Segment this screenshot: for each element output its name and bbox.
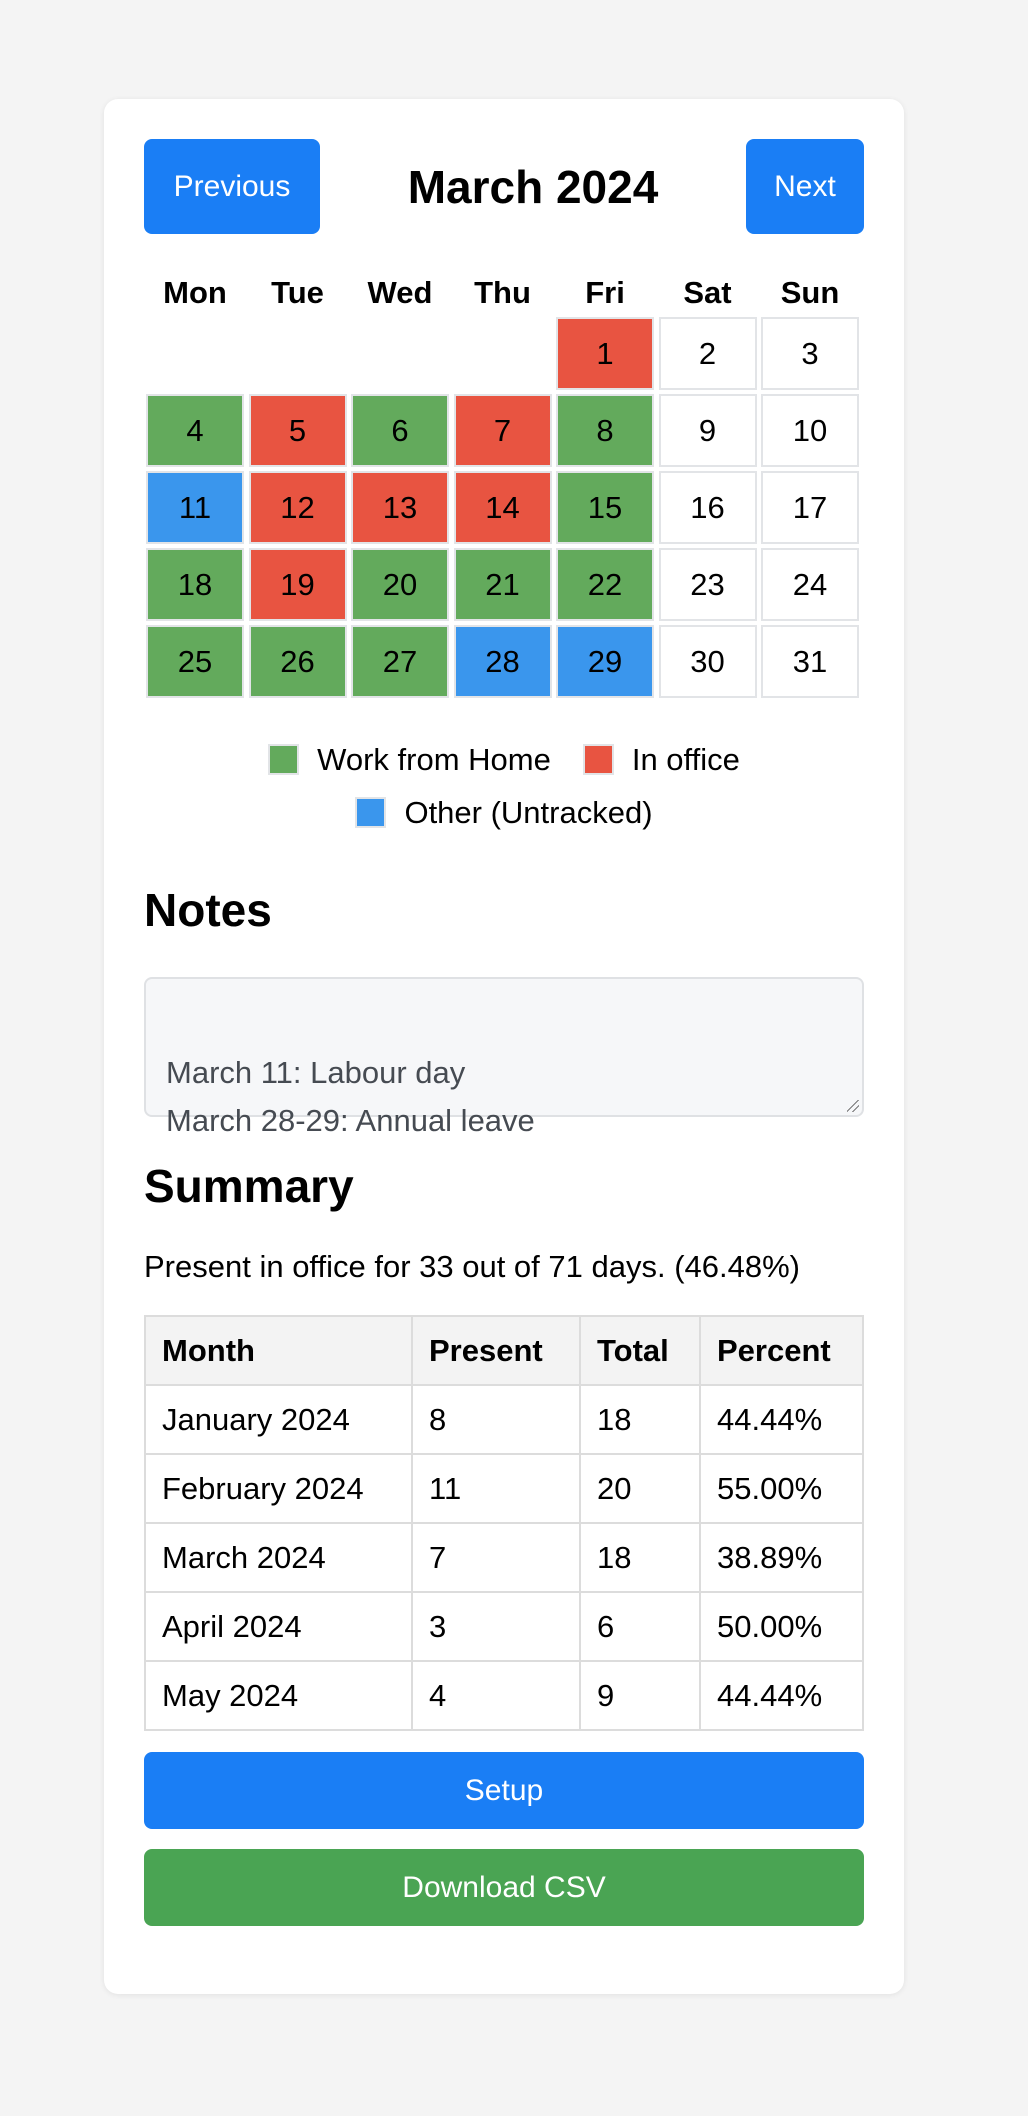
cell-total: 9 <box>579 1660 701 1731</box>
day-cell-3[interactable]: 3 <box>761 317 859 390</box>
other-color-swatch <box>355 797 387 828</box>
setup-button[interactable]: Setup <box>144 1752 864 1829</box>
table-row: March 2024 7 18 38.89% <box>144 1522 864 1593</box>
empty-day-cell <box>351 317 449 390</box>
cell-month: January 2024 <box>144 1384 413 1455</box>
weekday-sat: Sat <box>683 275 732 310</box>
day-cell-17[interactable]: 17 <box>761 471 859 544</box>
day-cell-11[interactable]: 11 <box>146 471 244 544</box>
legend: Work from Home In office Other (Untracke… <box>144 733 864 839</box>
day-cell-29[interactable]: 29 <box>556 625 654 698</box>
cell-total: 6 <box>579 1591 701 1662</box>
empty-day-cell <box>454 317 552 390</box>
wfh-color-swatch <box>268 744 300 775</box>
day-cell-16[interactable]: 16 <box>658 471 757 544</box>
day-cell-22[interactable]: 22 <box>556 548 654 621</box>
next-month-button[interactable]: Next <box>745 139 864 234</box>
day-cell-4[interactable]: 4 <box>146 394 244 467</box>
header-percent: Percent <box>699 1315 864 1386</box>
weekday-sun: Sun <box>780 275 840 310</box>
day-cell-9[interactable]: 9 <box>658 394 757 467</box>
calendar-card: Previous March 2024 Next Mon Tue Wed Thu… <box>104 99 904 1994</box>
month-title: March 2024 <box>407 160 659 213</box>
weekday-mon: Mon <box>163 275 227 310</box>
cell-month: March 2024 <box>144 1522 413 1593</box>
cell-present: 4 <box>411 1660 581 1731</box>
day-cell-2[interactable]: 2 <box>658 317 757 390</box>
day-cell-10[interactable]: 10 <box>761 394 859 467</box>
day-cell-14[interactable]: 14 <box>453 471 552 544</box>
weekday-fri: Fri <box>585 275 625 310</box>
cell-percent: 38.89% <box>699 1522 864 1593</box>
legend-item-wfh: Work from Home <box>268 733 551 786</box>
legend-label-wfh: Work from Home <box>317 742 551 777</box>
cell-percent: 50.00% <box>699 1591 864 1662</box>
office-color-swatch <box>582 744 614 775</box>
summary-heading: Summary <box>144 1160 354 1212</box>
notes-heading: Notes <box>144 884 272 936</box>
day-cell-15[interactable]: 15 <box>556 471 654 544</box>
table-row: January 2024 8 18 44.44% <box>144 1384 864 1455</box>
day-cell-5[interactable]: 5 <box>248 394 347 467</box>
cell-percent: 44.44% <box>699 1384 864 1455</box>
day-cell-13[interactable]: 13 <box>351 471 449 544</box>
cell-total: 18 <box>579 1522 701 1593</box>
day-cell-23[interactable]: 23 <box>658 548 757 621</box>
table-row: May 2024 4 9 44.44% <box>144 1660 864 1731</box>
weekday-tue: Tue <box>271 275 324 310</box>
day-cell-21[interactable]: 21 <box>453 548 552 621</box>
day-cell-6[interactable]: 6 <box>351 394 449 467</box>
cell-month: May 2024 <box>144 1660 413 1731</box>
table-row: February 2024 11 20 55.00% <box>144 1453 864 1524</box>
download-csv-button[interactable]: Download CSV <box>144 1849 864 1926</box>
table-row: April 2024 3 6 50.00% <box>144 1591 864 1662</box>
table-header-row: Month Present Total Percent <box>144 1315 864 1386</box>
cell-percent: 44.44% <box>699 1660 864 1731</box>
day-cell-12[interactable]: 12 <box>248 471 347 544</box>
header-month: Month <box>144 1315 413 1386</box>
header-total: Total <box>579 1315 701 1386</box>
weekday-thu: Thu <box>474 275 531 310</box>
day-cell-26[interactable]: 26 <box>248 625 347 698</box>
day-cell-7[interactable]: 7 <box>453 394 552 467</box>
day-cell-27[interactable]: 27 <box>351 625 449 698</box>
day-cell-19[interactable]: 19 <box>248 548 347 621</box>
day-cell-25[interactable]: 25 <box>146 625 244 698</box>
summary-table: Month Present Total Percent January 2024… <box>144 1315 864 1731</box>
day-cell-24[interactable]: 24 <box>761 548 859 621</box>
cell-total: 20 <box>579 1453 701 1524</box>
day-cell-18[interactable]: 18 <box>146 548 244 621</box>
cell-total: 18 <box>579 1384 701 1455</box>
day-cell-28[interactable]: 28 <box>453 625 552 698</box>
notes-text: March 11: Labour day March 28-29: Annual… <box>166 1055 535 1138</box>
legend-item-office: In office <box>582 733 740 786</box>
weekday-header-row: Mon Tue Wed Thu Fri Sat Sun <box>146 274 864 312</box>
legend-label-office: In office <box>631 742 740 777</box>
summary-text: Present in office for 33 out of 71 days.… <box>144 1249 800 1284</box>
cell-present: 8 <box>411 1384 581 1455</box>
weekday-wed: Wed <box>367 275 433 310</box>
resize-handle-icon[interactable] <box>847 1100 859 1112</box>
day-cell-31[interactable]: 31 <box>761 625 859 698</box>
legend-item-other: Other (Untracked) <box>355 786 653 839</box>
day-cell-30[interactable]: 30 <box>658 625 757 698</box>
header-present: Present <box>411 1315 581 1386</box>
day-cell-1[interactable]: 1 <box>556 317 654 390</box>
empty-day-cell <box>146 317 244 390</box>
day-cell-20[interactable]: 20 <box>351 548 449 621</box>
calendar-days-grid: 1 2 3 4 5 6 7 8 9 10 11 12 13 14 15 16 17 18 19 20 21 22 23 24 2… <box>146 317 864 698</box>
cell-present: 3 <box>411 1591 581 1662</box>
day-cell-8[interactable]: 8 <box>556 394 654 467</box>
previous-month-button[interactable]: Previous <box>144 139 320 234</box>
cell-month: April 2024 <box>144 1591 413 1662</box>
notes-textarea[interactable]: March 11: Labour day March 28-29: Annual… <box>144 977 864 1138</box>
legend-label-other: Other (Untracked) <box>404 795 653 830</box>
cell-month: February 2024 <box>144 1453 413 1524</box>
empty-day-cell <box>249 317 347 390</box>
cell-present: 7 <box>411 1522 581 1593</box>
cell-percent: 55.00% <box>699 1453 864 1524</box>
calendar-header: Previous March 2024 Next <box>144 139 864 234</box>
cell-present: 11 <box>411 1453 581 1524</box>
